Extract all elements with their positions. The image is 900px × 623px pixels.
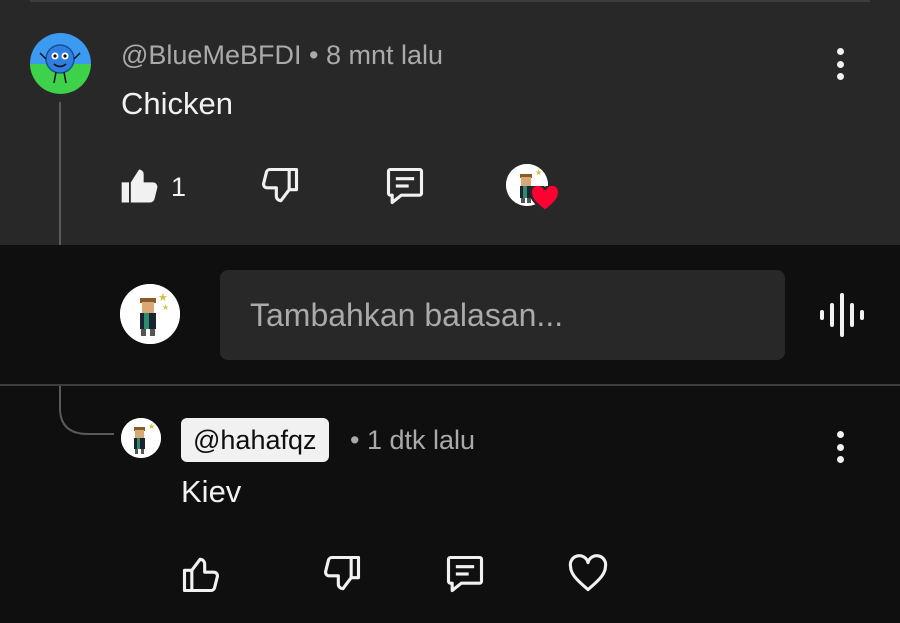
thread-connector bbox=[58, 386, 118, 438]
comment-text: Kiev bbox=[181, 474, 242, 509]
voice-search-icon[interactable] bbox=[818, 290, 866, 340]
parent-comment: @BlueMeBFDI • 8 mnt lalu Chicken 1 ★ bbox=[0, 0, 900, 245]
more-vert-icon[interactable] bbox=[828, 44, 852, 84]
comment-author-chip[interactable]: @hahafqz bbox=[181, 418, 329, 462]
heart-outline-icon[interactable] bbox=[566, 552, 610, 596]
comment-meta: @BlueMeBFDI • 8 mnt lalu bbox=[121, 40, 443, 71]
comment-author[interactable]: @BlueMeBFDI bbox=[121, 40, 301, 70]
comment-time[interactable]: 8 mnt lalu bbox=[326, 40, 443, 70]
thumbs-down-icon[interactable] bbox=[320, 552, 364, 596]
meta-separator: • bbox=[308, 40, 319, 70]
divider bbox=[0, 384, 900, 386]
heart-icon bbox=[529, 183, 561, 213]
svg-text:★: ★ bbox=[148, 422, 155, 431]
thread-line bbox=[59, 102, 61, 245]
more-vert-icon[interactable] bbox=[828, 427, 852, 467]
comment-meta: • 1 dtk lalu bbox=[350, 425, 475, 456]
thumbs-down-icon[interactable] bbox=[258, 164, 302, 208]
comment-thread: @BlueMeBFDI • 8 mnt lalu Chicken 1 ★ ★ ★… bbox=[0, 0, 900, 623]
avatar[interactable]: ★ bbox=[121, 418, 161, 458]
thumbs-up-filled-icon[interactable] bbox=[118, 164, 162, 208]
svg-text:★: ★ bbox=[535, 168, 542, 177]
avatar[interactable] bbox=[30, 33, 91, 94]
divider bbox=[30, 0, 870, 2]
comment-text: Chicken bbox=[121, 86, 233, 121]
comment-time[interactable]: 1 dtk lalu bbox=[367, 425, 475, 455]
thumbs-up-icon[interactable] bbox=[179, 552, 223, 596]
svg-text:★: ★ bbox=[162, 303, 169, 312]
comment-icon[interactable] bbox=[443, 552, 487, 596]
like-count: 1 bbox=[171, 172, 187, 202]
comment-icon[interactable] bbox=[383, 164, 427, 208]
my-avatar: ★ ★ bbox=[120, 284, 180, 344]
creator-heart[interactable]: ★ bbox=[506, 164, 562, 214]
reply-input[interactable] bbox=[220, 270, 785, 360]
meta-separator: • bbox=[350, 425, 360, 455]
